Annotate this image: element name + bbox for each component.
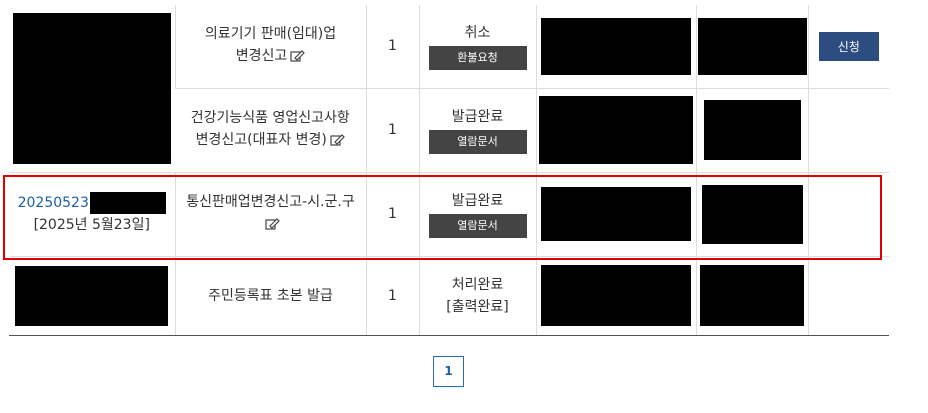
redacted-block — [701, 184, 803, 244]
count-value: 1 — [388, 38, 397, 55]
service-name[interactable]: 건강기능식품 영업신고사항 변경신고(대표자 변경) — [191, 110, 350, 148]
apply-button[interactable]: 신청 — [818, 31, 879, 61]
count-cell: 1 — [365, 172, 419, 257]
redacted-cell — [535, 256, 696, 336]
request-no-cell: 20250523 [2025년 5월23일] — [9, 172, 175, 257]
service-name[interactable]: 통신판매업변경신고-시.군.구 — [186, 194, 355, 210]
count-value: 1 — [388, 287, 397, 304]
request-no-cell — [9, 5, 175, 173]
edit-document-icon[interactable] — [264, 215, 280, 237]
request-number-link[interactable]: 20250523 — [18, 192, 89, 214]
status-text: 취소 — [464, 25, 491, 42]
refund-request-button[interactable]: 환불요청 — [428, 46, 527, 71]
status-cell: 발급완료 열람문서 — [418, 88, 536, 173]
service-name[interactable]: 주민등록표 초본 발급 — [208, 288, 333, 304]
redacted-block — [15, 265, 169, 326]
redacted-block — [89, 192, 166, 214]
redacted-block — [541, 17, 691, 75]
redacted-cell — [535, 5, 696, 89]
redacted-cell — [695, 88, 808, 173]
application-history-table: 의료기기 판매(임대)업 변경신고 1 취소 환불요청 신청 건강기능식품 영업… — [9, 5, 889, 336]
redacted-cell — [535, 88, 696, 173]
service-name-cell: 주민등록표 초본 발급 — [174, 256, 366, 336]
redacted-cell — [695, 5, 808, 89]
redacted-cell — [535, 172, 696, 257]
view-document-button[interactable]: 열람문서 — [428, 130, 527, 154]
redacted-block — [703, 100, 801, 160]
count-cell: 1 — [365, 5, 419, 89]
action-cell — [807, 88, 889, 173]
status-cell: 처리완료 [출력완료] — [418, 256, 536, 336]
count-cell: 1 — [365, 88, 419, 173]
service-name[interactable]: 의료기기 판매(임대)업 변경신고 — [205, 26, 336, 64]
redacted-cell — [695, 172, 808, 257]
count-value: 1 — [388, 206, 397, 222]
status-text: 처리완료 — [451, 276, 504, 293]
table-row: 주민등록표 초본 발급 1 처리완료 [출력완료] — [9, 256, 889, 336]
table-row: 20250523 [2025년 5월23일] 통신판매업변경신고-시.군.구 1… — [9, 172, 889, 257]
redacted-block — [697, 17, 807, 75]
table-row: 의료기기 판매(임대)업 변경신고 1 취소 환불요청 신청 — [9, 5, 889, 173]
status-text: 발급완료 — [451, 109, 504, 125]
action-cell: 신청 — [807, 5, 889, 89]
service-name-cell: 건강기능식품 영업신고사항 변경신고(대표자 변경) — [175, 88, 366, 173]
action-cell — [807, 172, 889, 257]
status-cell: 취소 환불요청 — [418, 5, 536, 89]
view-document-button[interactable]: 열람문서 — [428, 214, 527, 238]
request-no-cell — [9, 256, 175, 336]
edit-document-icon[interactable] — [330, 131, 345, 153]
edit-document-icon[interactable] — [290, 47, 306, 69]
action-cell — [807, 256, 889, 336]
status-text: 발급완료 — [451, 193, 504, 209]
redacted-block — [12, 12, 171, 164]
redacted-block — [541, 265, 691, 326]
count-value: 1 — [388, 122, 397, 138]
redacted-block — [700, 265, 804, 326]
redacted-cell — [695, 256, 808, 336]
page-1-button[interactable]: 1 — [433, 356, 464, 387]
status-cell: 발급완료 열람문서 — [418, 172, 536, 257]
status-detail: [출력완료] — [446, 298, 509, 315]
redacted-block — [539, 96, 693, 164]
count-cell: 1 — [365, 256, 419, 336]
service-name-cell: 통신판매업변경신고-시.군.구 — [174, 172, 366, 257]
service-name-cell: 의료기기 판매(임대)업 변경신고 — [174, 5, 366, 89]
request-date: [2025년 5월23일] — [33, 217, 150, 233]
redacted-block — [541, 187, 691, 241]
